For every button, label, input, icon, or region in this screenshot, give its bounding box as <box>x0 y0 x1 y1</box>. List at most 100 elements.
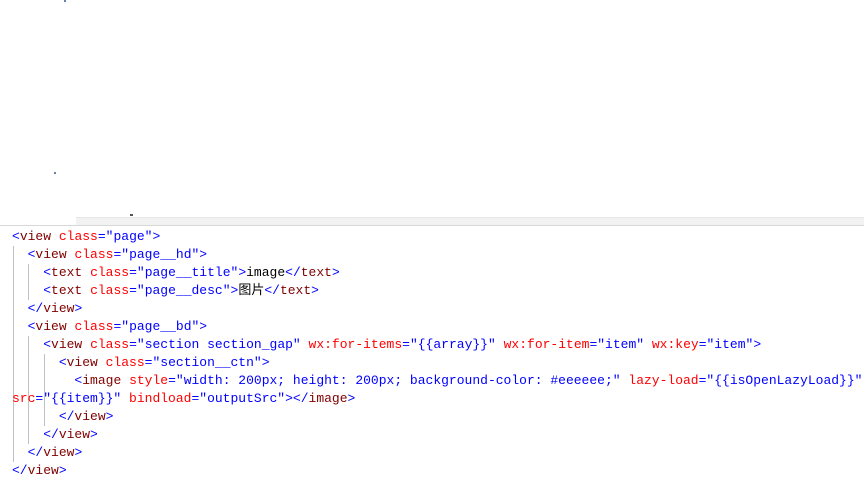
code-token-punct: = <box>129 283 137 298</box>
code-token-punct: > <box>753 337 762 352</box>
code-token-punct: </ <box>264 283 280 298</box>
code-token-attr: class <box>90 337 130 352</box>
code-token-attr: src <box>12 391 36 406</box>
code-token-val: "item" <box>597 337 645 352</box>
code-line[interactable]: </view> <box>12 426 862 444</box>
code-token-val: "section__ctn" <box>152 355 262 370</box>
code-line[interactable]: <view class="section section_gap" wx:for… <box>12 336 862 354</box>
code-line[interactable]: </view> <box>12 408 862 426</box>
code-token-punct: </ <box>285 265 301 280</box>
code-token-tag: view <box>19 229 52 244</box>
code-line[interactable]: <image style="width: 200px; height: 200p… <box>12 372 862 390</box>
code-token-punct: </ <box>58 409 75 424</box>
code-token-punct: > <box>331 265 340 280</box>
code-token-attr: class <box>90 265 130 280</box>
code-line[interactable]: <view class="page"> <box>12 228 862 246</box>
code-token-val: "page__title" <box>136 265 239 280</box>
code-token-val: "width: 200px; height: 200px; background… <box>175 373 621 388</box>
stray-dot-middle <box>54 172 56 174</box>
code-token-tag: text <box>279 283 312 298</box>
code-token-tag: view <box>43 301 75 316</box>
code-editor[interactable]: <view class="page"> <view class="page__h… <box>0 225 864 501</box>
code-token-val: "{{item}}" <box>43 391 122 406</box>
code-token-tag: text <box>51 283 83 298</box>
code-token-attr: class <box>105 355 145 370</box>
code-token-val: "outputSrc" <box>199 391 286 406</box>
code-line[interactable]: </view> <box>12 300 862 318</box>
code-token-punct: </ <box>43 427 59 442</box>
code-token-attr: lazy-load <box>628 373 699 388</box>
code-token-tag: view <box>58 427 91 442</box>
code-token-punct: = <box>168 373 176 388</box>
code-token-tag: view <box>74 409 106 424</box>
code-token-tag: view <box>27 463 59 478</box>
code-token-punct: > <box>199 319 208 334</box>
code-token-val: "page" <box>105 229 153 244</box>
code-token-punct: < <box>43 283 52 298</box>
code-line[interactable]: <view class="section__ctn"> <box>12 354 862 372</box>
code-token-tag: text <box>51 265 83 280</box>
code-token-punct: < <box>43 337 52 352</box>
code-line[interactable]: <text class="page__title">image</text> <box>12 264 862 282</box>
code-token-attr: class <box>58 229 98 244</box>
code-token-attr: wx:key <box>651 337 699 352</box>
code-token-tag: image <box>308 391 348 406</box>
code-line[interactable]: <view class="page__hd"> <box>12 246 862 264</box>
code-token-attr: class <box>74 319 114 334</box>
code-token-punct: > <box>311 283 319 298</box>
code-token-tag: view <box>66 355 98 370</box>
code-token-val: "{{isOpenLazyLoad}}" <box>706 373 863 388</box>
code-token-tag: view <box>35 247 67 262</box>
code-token-attr: wx:for-items <box>308 337 403 352</box>
code-token-attr: bindload <box>129 391 192 406</box>
code-token-punct: > <box>58 463 67 478</box>
code-token-punct: = <box>129 265 137 280</box>
code-token-val: "{{array}}" <box>409 337 496 352</box>
code-line[interactable]: <view class="page__bd"> <box>12 318 862 336</box>
code-token-attr: style <box>129 373 169 388</box>
code-token-punct: > <box>347 391 356 406</box>
code-line[interactable]: </view> <box>12 444 862 462</box>
code-line[interactable]: src="{{item}}" bindload="outputSrc"></im… <box>12 390 862 408</box>
code-content[interactable]: <view class="page"> <view class="page__h… <box>12 228 862 480</box>
code-token-tag: text <box>300 265 332 280</box>
code-token-punct: = <box>402 337 410 352</box>
code-token-punct: = <box>129 337 137 352</box>
code-token-punct: > <box>238 265 247 280</box>
code-token-txt: 图片 <box>238 283 265 298</box>
code-line[interactable]: <text class="page__desc">图片</text> <box>12 282 862 300</box>
code-token-punct: > <box>199 247 208 262</box>
code-token-val: "section section_gap" <box>136 337 301 352</box>
code-token-punct: < <box>43 265 52 280</box>
code-token-val: "item" <box>706 337 754 352</box>
code-token-punct: ></ <box>285 391 309 406</box>
stray-dot-top <box>64 0 66 2</box>
code-token-attr: wx:for-item <box>503 337 590 352</box>
code-token-attr: class <box>90 283 130 298</box>
code-token-punct: > <box>74 445 83 460</box>
code-token-tag: view <box>51 337 83 352</box>
code-line[interactable]: </view> <box>12 462 862 480</box>
code-token-punct: > <box>152 229 161 244</box>
code-token-punct: > <box>261 355 270 370</box>
code-token-tag: view <box>43 445 75 460</box>
